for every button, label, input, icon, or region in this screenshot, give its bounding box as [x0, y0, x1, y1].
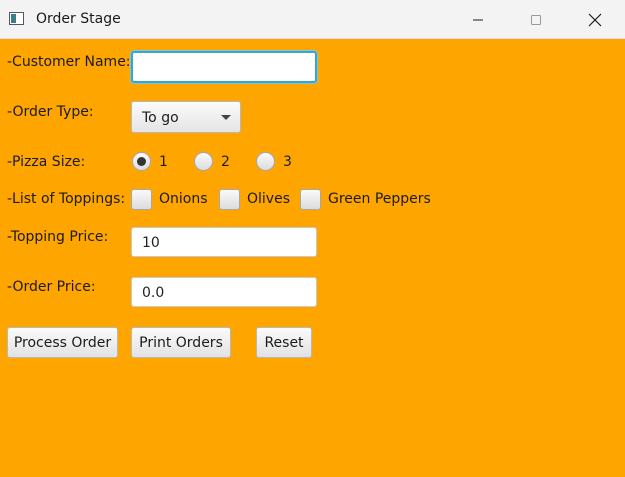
- app-window-icon: [9, 12, 24, 25]
- topping-label-olives: Olives: [247, 191, 290, 207]
- maximize-button[interactable]: [513, 0, 559, 39]
- order-price-input[interactable]: 0.0: [131, 277, 317, 307]
- maximize-icon: [531, 14, 541, 25]
- radio-selected-dot: [137, 157, 146, 166]
- customer-name-input[interactable]: [131, 51, 317, 83]
- close-button[interactable]: [572, 0, 618, 39]
- reset-button[interactable]: Reset: [256, 327, 312, 358]
- pizza-size-radio-2[interactable]: [194, 152, 213, 171]
- topping-label-onions: Onions: [159, 191, 208, 207]
- minimize-icon: [473, 19, 483, 20]
- minimize-button[interactable]: [455, 0, 501, 39]
- pizza-size-radio-1[interactable]: [132, 152, 151, 171]
- pizza-size-radio-3[interactable]: [256, 152, 275, 171]
- topping-checkbox-olives[interactable]: [219, 189, 240, 210]
- print-orders-button[interactable]: Print Orders: [131, 327, 231, 358]
- order-type-value: To go: [142, 110, 179, 126]
- chevron-down-icon: [221, 115, 231, 120]
- pizza-size-label-3: 3: [283, 154, 292, 170]
- pizza-size-label-1: 1: [159, 154, 168, 170]
- order-type-select[interactable]: To go: [131, 101, 241, 133]
- toppings-label: -List of Toppings:: [7, 191, 126, 207]
- window-title: Order Stage: [36, 11, 121, 27]
- topping-checkbox-green-peppers[interactable]: [300, 189, 321, 210]
- customer-name-label: -Customer Name:: [7, 54, 131, 70]
- topping-price-input[interactable]: 10: [131, 227, 317, 257]
- close-icon: [588, 13, 602, 26]
- pizza-size-label: -Pizza Size:: [7, 154, 86, 170]
- order-type-label: -Order Type:: [7, 104, 94, 120]
- topping-price-label: -Topping Price:: [7, 229, 109, 245]
- order-stage-window: Order Stage -Customer Name: -Order Type:…: [0, 0, 625, 477]
- process-order-button[interactable]: Process Order: [7, 327, 118, 358]
- pizza-size-label-2: 2: [221, 154, 230, 170]
- topping-checkbox-onions[interactable]: [131, 189, 152, 210]
- title-bar: Order Stage: [0, 0, 625, 39]
- topping-label-green-peppers: Green Peppers: [328, 191, 431, 207]
- order-price-label: -Order Price:: [7, 279, 96, 295]
